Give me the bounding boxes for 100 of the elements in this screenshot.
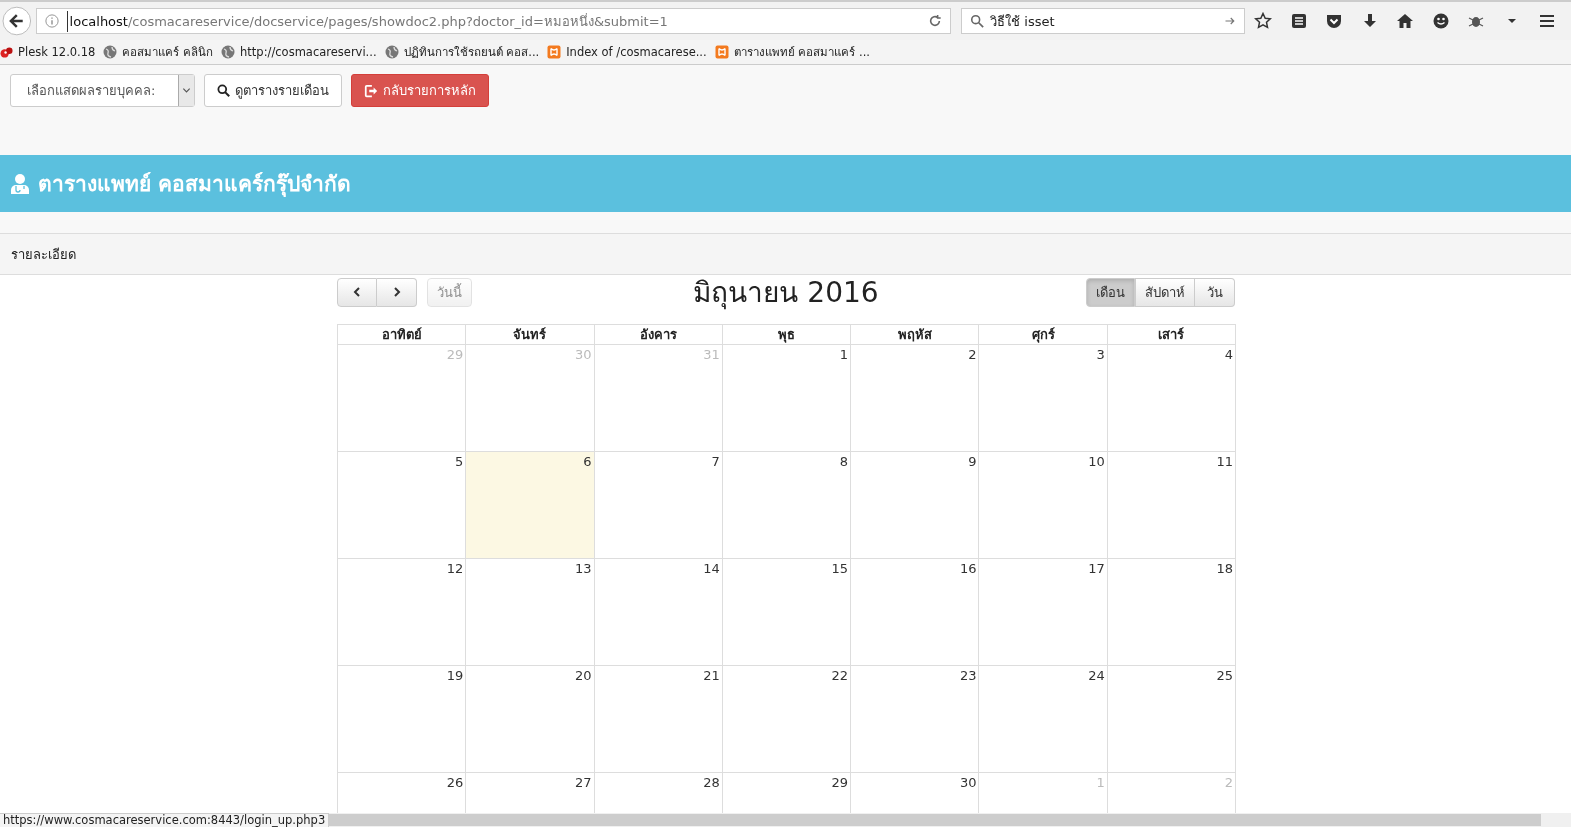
go-arrow-icon[interactable]	[1224, 15, 1237, 27]
reload-icon[interactable]	[928, 14, 943, 28]
day-cell[interactable]: 20	[466, 666, 595, 773]
weekday-header: ศุกร์	[979, 325, 1108, 345]
day-cell[interactable]: 22	[722, 666, 852, 773]
xampp-icon	[714, 45, 729, 59]
bookmark[interactable]: ปฏิทินการใช้รถยนต์ คอส...	[384, 43, 540, 61]
day-number: 10	[1088, 454, 1105, 469]
doctor-icon	[10, 172, 30, 195]
day-number: 5	[455, 454, 464, 469]
day-number: 9	[968, 454, 977, 469]
horizontal-scrollbar[interactable]	[329, 813, 1571, 827]
view-tab[interactable]: วัน	[1195, 277, 1235, 307]
day-cell[interactable]: 24	[979, 666, 1108, 773]
pocket-icon[interactable]	[1325, 12, 1344, 30]
day-cell[interactable]: 6	[466, 452, 595, 559]
xampp-icon	[547, 45, 562, 59]
day-cell[interactable]: 2	[851, 345, 980, 452]
reading-list-icon[interactable]	[1289, 12, 1308, 30]
globe-icon	[221, 45, 236, 59]
url-text: localhost/cosmacareservice/docservice/pages/showdoc2.php?doctor_id=หมอหนึ่ง&submit=1	[66, 10, 668, 32]
weekday-header: อังคาร	[594, 325, 723, 345]
day-number: 4	[1224, 347, 1233, 362]
day-cell[interactable]: 4	[1107, 345, 1236, 452]
day-cell[interactable]: 13	[466, 559, 595, 666]
day-number: 25	[1216, 668, 1233, 683]
back-button[interactable]	[2, 6, 32, 36]
day-cell[interactable]: 8	[722, 452, 852, 559]
day-number: 8	[839, 454, 849, 469]
day-number: 13	[575, 561, 592, 576]
panel-heading-text: รายละเอียด	[11, 245, 76, 264]
weekday-header: พฤหัส	[851, 325, 980, 345]
view-tab[interactable]: สัปดาห์	[1135, 277, 1195, 307]
info-icon	[44, 14, 59, 28]
smiley-icon[interactable]	[1431, 12, 1450, 30]
day-number: 27	[575, 775, 592, 790]
day-cell[interactable]: 3	[979, 345, 1108, 452]
day-number: 2	[1224, 775, 1233, 790]
day-cell[interactable]: 16	[851, 559, 980, 666]
day-number: 6	[583, 454, 592, 469]
home-icon[interactable]	[1396, 12, 1415, 30]
day-cell[interactable]: 17	[979, 559, 1108, 666]
day-number: 1	[839, 347, 849, 362]
search-icon	[970, 14, 985, 28]
day-cell[interactable]: 21	[594, 666, 723, 773]
day-number: 20	[575, 668, 592, 683]
weekday-header: จันทร์	[466, 325, 595, 345]
bookmark-star-icon[interactable]	[1254, 12, 1273, 30]
day-number: 12	[446, 561, 464, 576]
bookmark[interactable]: ตารางแพทย์ คอสมาแคร์ ...	[714, 43, 870, 61]
previous-button[interactable]	[337, 277, 377, 307]
day-number: 11	[1216, 454, 1233, 469]
search-field[interactable]: วิธีใช้ isset	[961, 8, 1246, 34]
day-cell[interactable]: 12	[338, 559, 467, 666]
day-number: 30	[575, 347, 592, 362]
weekday-header: อาทิตย์	[338, 325, 467, 345]
chevron-left-icon	[351, 286, 363, 298]
monthly-view-button[interactable]: ดูตารางรายเดือน	[204, 74, 342, 107]
day-cell[interactable]: 18	[1107, 559, 1236, 666]
back-to-main-button[interactable]: กลับรายการหลัก	[351, 74, 489, 107]
day-cell[interactable]: 1	[722, 345, 852, 452]
bookmark[interactable]: http://cosmacareservi...	[221, 45, 377, 59]
day-number: 31	[703, 347, 720, 362]
day-cell[interactable]: 7	[594, 452, 723, 559]
person-select[interactable]: เลือกแสดผลรายบุคคล:	[10, 74, 195, 107]
day-number: 23	[959, 668, 977, 683]
day-number: 30	[959, 775, 977, 790]
bookmark[interactable]: คอสมาแคร์ คลินิก	[103, 43, 214, 61]
next-button[interactable]	[377, 277, 417, 307]
search-icon	[217, 84, 230, 97]
day-cell[interactable]: 14	[594, 559, 723, 666]
day-cell[interactable]: 10	[979, 452, 1108, 559]
day-number: 19	[446, 668, 464, 683]
day-cell[interactable]: 19	[338, 666, 467, 773]
day-number: 14	[703, 561, 720, 576]
day-number: 21	[703, 668, 720, 683]
day-cell[interactable]: 9	[851, 452, 980, 559]
view-tab[interactable]: เดือน	[1086, 277, 1135, 307]
bookmark[interactable]: Plesk 12.0.18	[0, 45, 96, 59]
day-number: 26	[446, 775, 464, 790]
globe-icon	[384, 45, 399, 59]
search-text: วิธีใช้ isset	[990, 12, 1055, 31]
weekday-header: พุธ	[722, 325, 852, 345]
day-cell[interactable]: 11	[1107, 452, 1236, 559]
day-number: 16	[959, 561, 977, 576]
day-number: 29	[831, 775, 849, 790]
day-number: 28	[703, 775, 720, 790]
weekday-header: เสาร์	[1107, 325, 1236, 345]
day-cell[interactable]: 23	[851, 666, 980, 773]
day-number: 29	[446, 347, 464, 362]
bookmark[interactable]: Index of /cosmacarese...	[547, 45, 707, 59]
day-number: 1	[1096, 775, 1105, 790]
day-cell[interactable]: 15	[722, 559, 852, 666]
calendar-title: มิถุนายน 2016	[693, 275, 879, 312]
menu-icon[interactable]	[1538, 12, 1557, 30]
address-field[interactable]: localhost/cosmacareservice/docservice/pages/showdoc2.php?doctor_id=หมอหนึ่ง&submit=1	[35, 8, 952, 34]
page-title: ตารางแพทย์ คอสมาแคร์กรุ๊ปจำกัด	[38, 171, 352, 199]
day-cell[interactable]: 25	[1107, 666, 1236, 773]
day-number: 7	[711, 454, 720, 469]
day-number: 24	[1088, 668, 1105, 683]
